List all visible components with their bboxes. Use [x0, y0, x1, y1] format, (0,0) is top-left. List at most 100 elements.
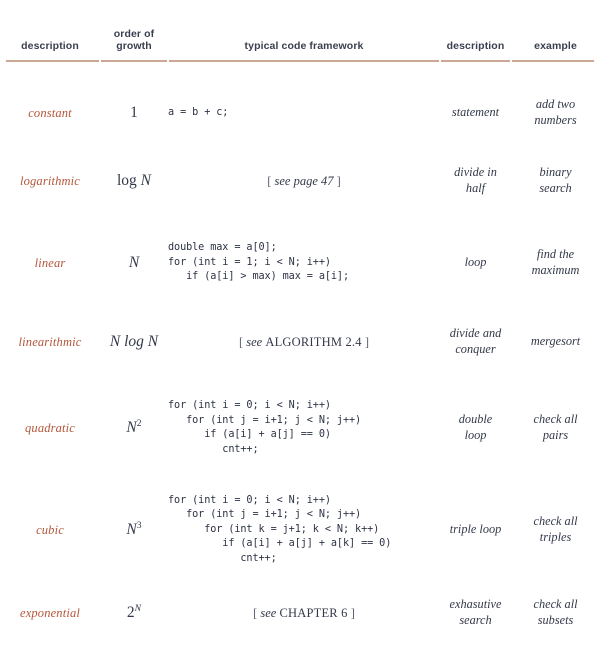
bracket-open: [	[238, 335, 244, 350]
reference-target: ALGORITHM 2.4	[265, 335, 362, 350]
description2-line1: statement	[451, 105, 500, 120]
header-row: description order of growth typical code…	[0, 28, 600, 59]
row-description: exponential	[20, 605, 80, 620]
reference-see-word: see	[246, 335, 263, 350]
table-row: constant 1 a = b + c; statement add two …	[0, 84, 600, 142]
row-code-framework: a = b + c;	[168, 84, 440, 142]
row-description: logarithmic	[20, 173, 80, 188]
row-description: linearithmic	[18, 334, 82, 349]
row-example: check all subsets	[511, 582, 600, 644]
table-row: linearithmic N log N [ see ALGORITHM 2.4…	[0, 306, 600, 378]
row-description: linear	[34, 255, 66, 270]
header-code-label: typical code framework	[244, 40, 364, 53]
order-base: 2	[126, 604, 135, 622]
row-code-framework: for (int i = 0; i < N; i++) for (int j =…	[168, 378, 440, 478]
description2-line2: conquer	[455, 342, 496, 357]
description2-line1: double	[458, 412, 493, 427]
row-description: quadratic	[25, 420, 75, 435]
row-description-2: exhasutive search	[440, 582, 511, 644]
growth-table-sheet: description order of growth typical code…	[0, 0, 600, 651]
description2-line2: half	[465, 181, 486, 196]
reference-italic-text: see page 47	[274, 174, 334, 189]
description2-line2: loop	[464, 428, 487, 443]
header-typical-code-framework: typical code framework	[168, 28, 440, 59]
row-description: constant	[28, 105, 72, 120]
example-line1: check all	[533, 597, 578, 612]
example-line1: mergesort	[530, 334, 581, 349]
row-code-framework: [ see page 47 ]	[168, 142, 440, 220]
order-base: log	[116, 172, 141, 190]
example-line1: check all	[533, 514, 578, 529]
example-line2: maximum	[531, 263, 580, 278]
order-base: N	[126, 521, 137, 539]
reference-target: CHAPTER 6	[279, 606, 348, 621]
row-description-2: divide and conquer	[440, 306, 511, 378]
row-code-framework: [ see ALGORITHM 2.4 ]	[168, 306, 440, 378]
order-base: 1	[130, 104, 138, 122]
order-exponent: 3	[136, 519, 142, 531]
header-rule-gap	[0, 62, 600, 84]
table-row: cubic N3 for (int i = 0; i < N; i++) for…	[0, 478, 600, 582]
header-example-label: example	[534, 40, 577, 53]
row-order-of-growth: 1	[100, 84, 168, 142]
row-description-2: triple loop	[440, 478, 511, 582]
table-body: constant 1 a = b + c; statement add two …	[0, 84, 600, 644]
row-order-of-growth: N	[100, 220, 168, 306]
description2-line1: loop	[464, 255, 487, 270]
description2-line1: divide in	[454, 165, 497, 180]
description2-line1: triple loop	[449, 522, 502, 537]
gap-cell	[0, 62, 600, 84]
description2-line2: search	[459, 613, 492, 628]
code-block: a = b + c;	[168, 106, 229, 118]
row-order-of-growth: log N	[100, 142, 168, 220]
description2-line1: exhasutive	[449, 597, 502, 612]
header-example: example	[511, 28, 600, 59]
example-line2: search	[539, 181, 572, 196]
order-variable: N	[140, 172, 152, 190]
row-example: check all pairs	[511, 378, 600, 478]
code-block: for (int i = 0; i < N; i++) for (int j =…	[168, 400, 362, 455]
reference-note: [ see CHAPTER 6 ]	[253, 606, 355, 620]
row-description-2: statement	[440, 84, 511, 142]
example-line2: triples	[539, 530, 572, 545]
bracket-close: ]	[350, 606, 355, 621]
row-example: binary search	[511, 142, 600, 220]
row-description: cubic	[36, 522, 64, 537]
header-description2-label: description	[446, 40, 505, 53]
reference-note: [ see ALGORITHM 2.4 ]	[239, 335, 369, 349]
row-order-of-growth: N2	[100, 378, 168, 478]
header-order-line2: growth	[116, 40, 152, 53]
reference-note: [ see page 47 ]	[267, 174, 341, 188]
header-description: description	[0, 28, 100, 59]
order-variable: N log N	[109, 333, 159, 351]
table-row: quadratic N2 for (int i = 0; i < N; i++)…	[0, 378, 600, 478]
example-line1: binary	[539, 165, 572, 180]
row-description-2: loop	[440, 220, 511, 306]
row-order-of-growth: N log N	[100, 306, 168, 378]
order-of-growth-table: description order of growth typical code…	[0, 0, 600, 644]
table-row: logarithmic log N [ see page 47 ] divide…	[0, 142, 600, 220]
header-description-2: description	[440, 28, 511, 59]
row-example: add two numbers	[511, 84, 600, 142]
row-code-framework: [ see CHAPTER 6 ]	[168, 582, 440, 644]
example-line2: pairs	[542, 428, 569, 443]
table-row: linear N double max = a[0]; for (int i =…	[0, 220, 600, 306]
row-example: find the maximum	[511, 220, 600, 306]
bracket-open: [	[253, 606, 258, 621]
header-order-of-growth: order of growth	[100, 28, 168, 59]
spacer-cell	[0, 0, 600, 28]
description2-line1: divide and	[449, 326, 502, 341]
row-order-of-growth: 2N	[100, 582, 168, 644]
row-description-2: double loop	[440, 378, 511, 478]
bracket-close: ]	[336, 174, 341, 189]
header-order-line1: order of	[113, 28, 155, 40]
code-block: double max = a[0]; for (int i = 1; i < N…	[168, 242, 350, 283]
row-example: check all triples	[511, 478, 600, 582]
bracket-open: [	[267, 174, 272, 189]
order-exponent: 2	[136, 417, 142, 429]
table-header: description order of growth typical code…	[0, 0, 600, 84]
example-line2: numbers	[534, 113, 577, 128]
example-line1: find the	[536, 247, 575, 262]
order-base: N	[126, 419, 137, 437]
order-variable: N	[128, 254, 140, 272]
